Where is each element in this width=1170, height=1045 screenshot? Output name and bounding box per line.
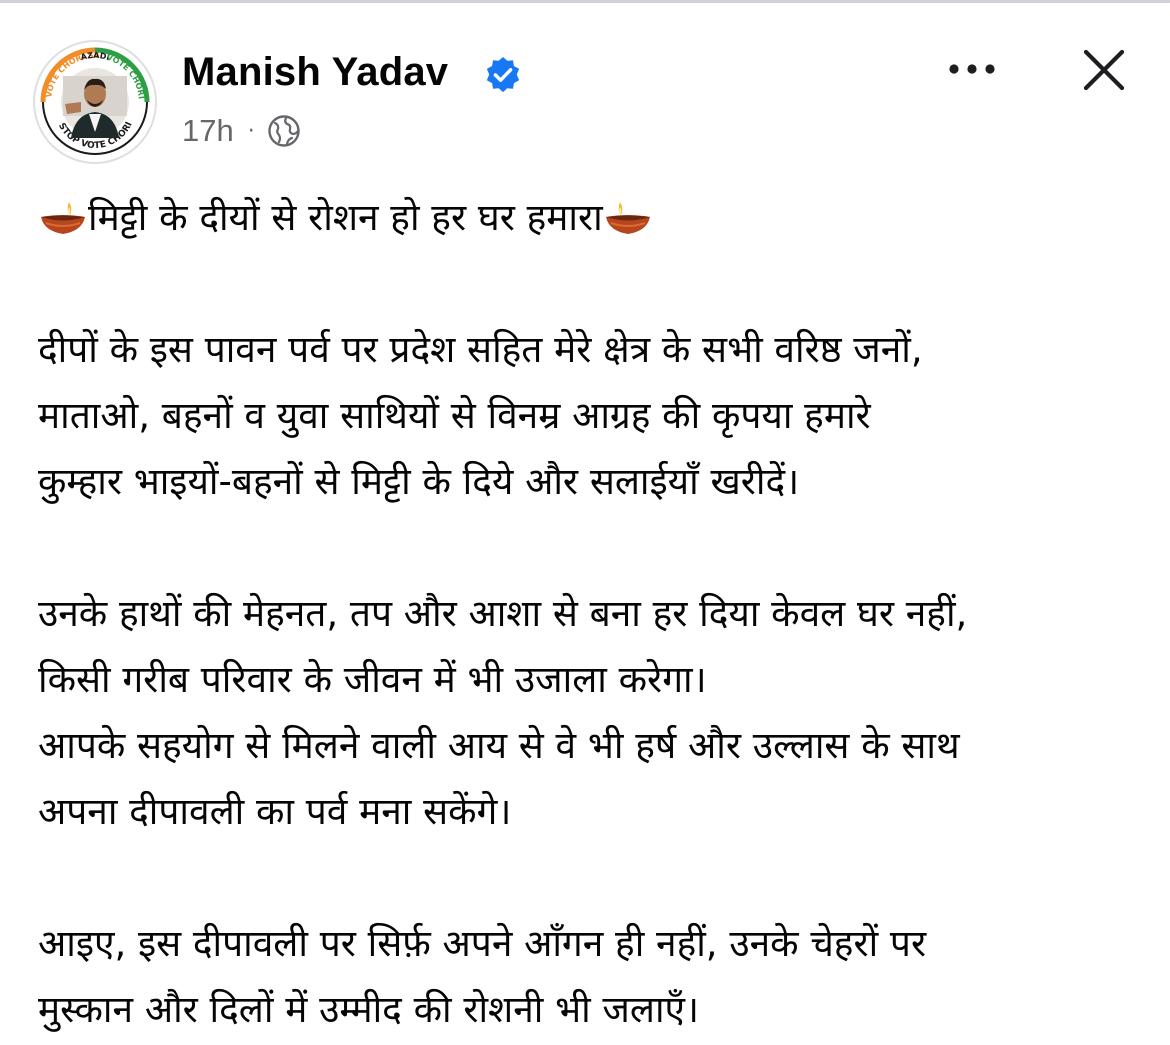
paragraph-3-line-2: मुस्कान और दिलों में उम्मीद की रोशनी भी … <box>38 988 700 1031</box>
paragraph-2-line-1: उनके हाथों की मेहनत, तप और आशा से बना हर… <box>38 592 968 635</box>
author-name[interactable]: Manish Yadav <box>182 50 448 95</box>
more-options-button[interactable] <box>942 44 1002 94</box>
diya-emoji-icon <box>605 202 650 234</box>
paragraph-2-line-4: अपना दीपावली का पर्व मना सकेंगे। <box>38 790 512 833</box>
verified-badge-icon <box>486 56 520 93</box>
post-body: मिट्टी के दीयों से रोशन हो हर घर हमारा द… <box>38 185 1148 1043</box>
paragraph-1-line-2: माताओ, बहनों व युवा साथियों से विनम्र आग… <box>38 394 871 437</box>
meta-separator: · <box>247 118 255 144</box>
close-button[interactable] <box>1078 44 1130 96</box>
post-timestamp[interactable]: 17h <box>182 113 234 149</box>
post-header: VOTE CHORI SE AZADI VOTE CHORI SE STOP V… <box>0 0 1170 170</box>
post-heading-line: मिट्टी के दीयों से रोशन हो हर घर हमारा <box>38 185 1148 251</box>
globe-icon[interactable] <box>267 114 301 148</box>
close-icon <box>1083 49 1125 91</box>
more-options-icon <box>949 64 995 74</box>
post-heading: मिट्टी के दीयों से रोशन हो हर घर हमारा <box>88 196 603 239</box>
paragraph-1-line-1: दीपों के इस पावन पर्व पर प्रदेश सहित मेर… <box>38 328 923 371</box>
avatar-image: VOTE CHORI SE AZADI VOTE CHORI SE STOP V… <box>35 42 153 160</box>
paragraph-2-line-3: आपके सहयोग से मिलने वाली आय से वे भी हर्… <box>38 724 960 767</box>
diya-emoji-icon <box>41 202 85 234</box>
paragraph-2-line-2: किसी गरीब परिवार के जीवन में भी उजाला कर… <box>38 658 707 701</box>
avatar[interactable]: VOTE CHORI SE AZADI VOTE CHORI SE STOP V… <box>33 40 157 164</box>
paragraph-1-line-3: कुम्हार भाइयों-बहनों से मिट्टी के दिये औ… <box>38 460 800 503</box>
paragraph-3-line-1: आइए, इस दीपावली पर सिर्फ़ अपने आँगन ही न… <box>38 922 927 965</box>
post-meta: 17h · <box>182 113 301 149</box>
